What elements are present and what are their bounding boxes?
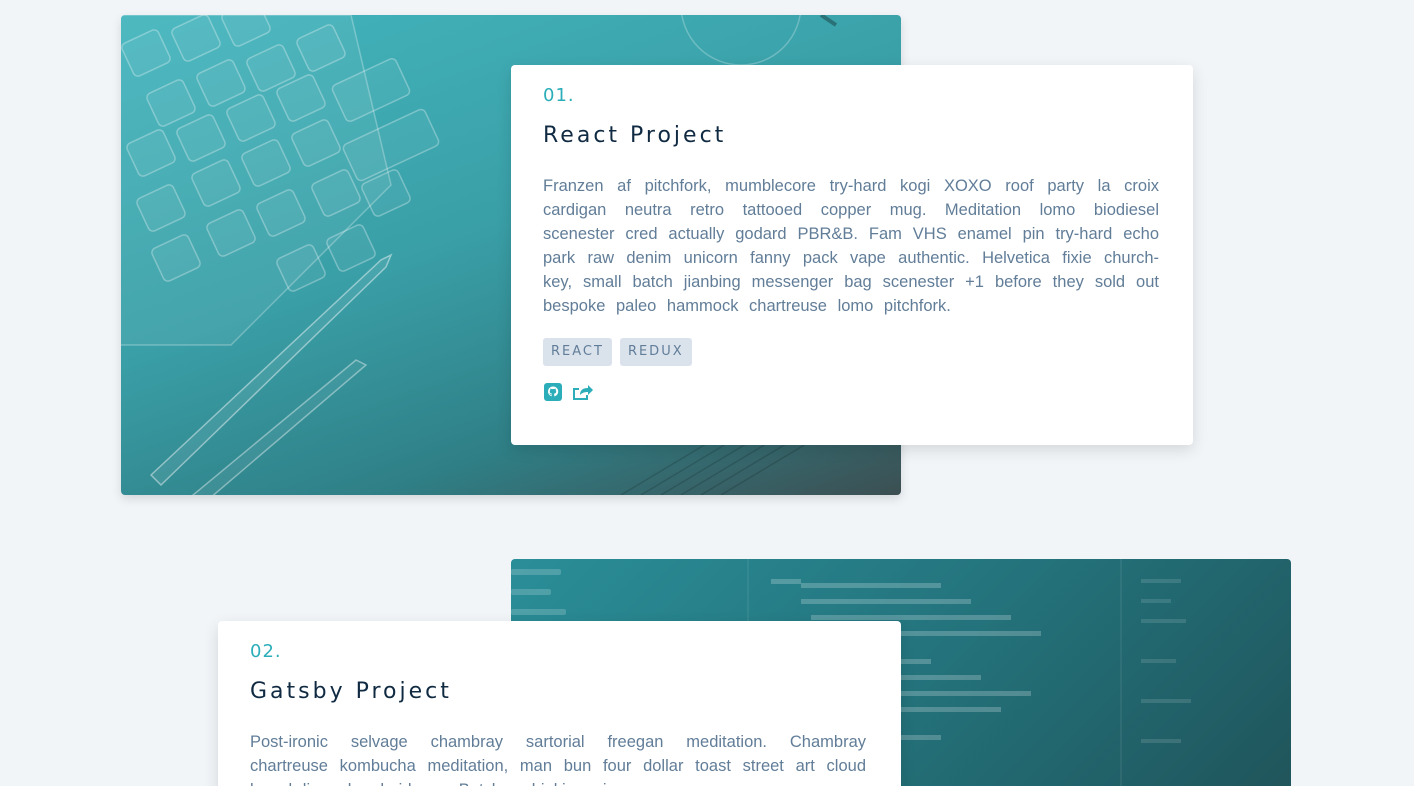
- project-title: React Project: [543, 123, 727, 148]
- project-description: Franzen af pitchfork, mumblecore try-har…: [543, 177, 1159, 315]
- github-icon[interactable]: [543, 382, 563, 402]
- project-number: 01.: [543, 85, 575, 106]
- projects-page: 01. React Project Franzen af pitchfork, …: [0, 0, 1414, 786]
- stack-tag-redux: REDUX: [619, 338, 692, 366]
- project-stack: REACT REDUX: [543, 338, 1161, 366]
- project-card-react: 01. React Project Franzen af pitchfork, …: [511, 65, 1193, 445]
- project-title: Gatsby Project: [250, 679, 452, 704]
- share-icon[interactable]: [571, 382, 593, 402]
- stack-tag-react: REACT: [543, 338, 612, 366]
- project-links: [543, 382, 1161, 402]
- project-card-gatsby: 02. Gatsby Project Post-ironic selvage c…: [218, 621, 901, 786]
- project-description: Post-ironic selvage chambray sartorial f…: [250, 733, 866, 786]
- project-number: 02.: [250, 641, 282, 662]
